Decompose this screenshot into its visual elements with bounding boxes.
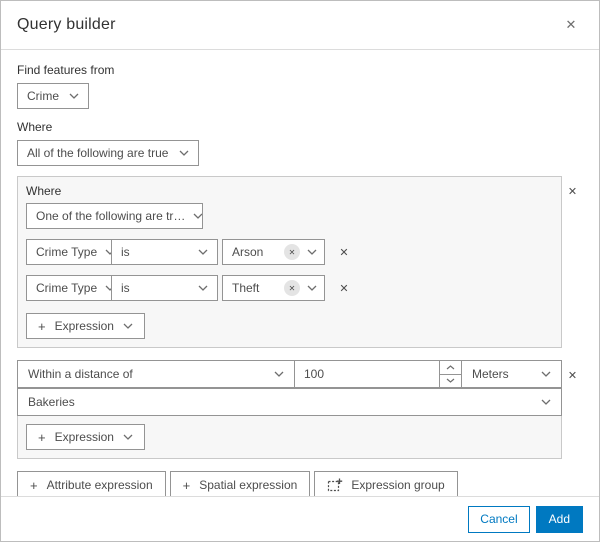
target-layer-select[interactable]: Bakeries bbox=[17, 388, 562, 416]
find-features-label: Find features from bbox=[17, 63, 115, 77]
value-combobox[interactable]: Arson ✕ bbox=[222, 239, 325, 265]
group-match-mode-select[interactable]: One of the following are tr… bbox=[26, 203, 203, 229]
remove-expression-icon[interactable]: ✕ bbox=[334, 242, 354, 262]
chevron-down-icon bbox=[541, 371, 551, 377]
chevron-down-icon bbox=[541, 399, 551, 405]
chevron-down-icon bbox=[198, 285, 208, 291]
chevron-down-icon bbox=[123, 323, 133, 329]
clear-value-icon[interactable]: ✕ bbox=[284, 280, 300, 296]
stepper-down-icon[interactable] bbox=[440, 373, 461, 388]
dialog-footer: Cancel Add bbox=[1, 496, 599, 541]
add-buttons-row: + Attribute expression + Spatial express… bbox=[17, 471, 583, 496]
field-select-value: Crime Type bbox=[36, 281, 98, 295]
expression-group-icon bbox=[327, 477, 343, 493]
add-attribute-expression-label: Attribute expression bbox=[46, 478, 153, 492]
query-builder-dialog: Query builder ✕ Find features from Crime… bbox=[0, 0, 600, 542]
dialog-header: Query builder ✕ bbox=[1, 1, 599, 50]
add-expression-button[interactable]: + Expression bbox=[26, 313, 145, 339]
spatial-operator-value: Within a distance of bbox=[28, 367, 133, 381]
value-combobox-value: Theft bbox=[232, 281, 260, 295]
spatial-expression-top-row: Within a distance of 100 Meters bbox=[17, 360, 562, 388]
plus-icon: + bbox=[38, 429, 46, 445]
target-layer-value: Bakeries bbox=[28, 395, 75, 409]
chevron-down-icon bbox=[69, 93, 79, 99]
add-expression-button[interactable]: + Expression bbox=[26, 424, 145, 450]
add-spatial-expression-label: Spatial expression bbox=[199, 478, 298, 492]
distance-input[interactable] bbox=[295, 361, 439, 387]
operator-select[interactable]: is bbox=[111, 239, 218, 265]
dialog-title: Query builder bbox=[17, 16, 116, 33]
expression-row: Crime Type is Arson ✕ ✕ bbox=[26, 239, 553, 265]
operator-select-value: is bbox=[121, 281, 130, 295]
distance-input-wrap bbox=[294, 360, 462, 388]
group-where-label: Where bbox=[26, 184, 62, 198]
add-attribute-expression-button[interactable]: + Attribute expression bbox=[17, 471, 166, 496]
value-combobox-value: Arson bbox=[232, 245, 264, 259]
attribute-expression-group: Where One of the following are tr… Crime… bbox=[17, 176, 562, 348]
spatial-expression-group: Within a distance of 100 Meters Bakeries… bbox=[17, 360, 562, 459]
stepper-up-icon[interactable] bbox=[440, 361, 461, 374]
dialog-body: Find features from Crime Where All of th… bbox=[1, 50, 599, 496]
plus-icon: + bbox=[38, 318, 46, 334]
match-mode-select[interactable]: All of the following are true bbox=[17, 140, 199, 166]
match-mode-value: All of the following are true bbox=[27, 146, 169, 160]
expression-row: Crime Type is Theft ✕ ✕ bbox=[26, 275, 553, 301]
close-icon[interactable]: ✕ bbox=[559, 13, 583, 37]
plus-icon: + bbox=[182, 477, 191, 493]
field-select-value: Crime Type bbox=[36, 245, 98, 259]
expression-group-row: Within a distance of 100 Meters Bakeries… bbox=[17, 360, 583, 459]
units-select[interactable]: Meters bbox=[461, 360, 562, 388]
field-select[interactable]: Crime Type bbox=[26, 239, 112, 265]
remove-group-icon[interactable]: ✕ bbox=[563, 365, 583, 385]
add-expression-label: Expression bbox=[54, 319, 114, 333]
add-spatial-expression-button[interactable]: + Spatial expression bbox=[169, 471, 311, 496]
operator-select-value: is bbox=[121, 245, 130, 259]
cancel-button[interactable]: Cancel bbox=[468, 505, 530, 533]
distance-stepper bbox=[439, 361, 461, 387]
units-select-value: Meters bbox=[472, 367, 509, 381]
add-expression-label: Expression bbox=[54, 430, 114, 444]
spatial-operator-select[interactable]: Within a distance of bbox=[17, 360, 295, 388]
operator-select[interactable]: is bbox=[111, 275, 218, 301]
expression-group-row: Where One of the following are tr… Crime… bbox=[17, 176, 583, 348]
chevron-down-icon bbox=[307, 285, 317, 291]
add-button[interactable]: Add bbox=[535, 505, 583, 533]
remove-expression-icon[interactable]: ✕ bbox=[334, 278, 354, 298]
field-select[interactable]: Crime Type bbox=[26, 275, 112, 301]
chevron-down-icon bbox=[179, 150, 189, 156]
chevron-down-icon bbox=[193, 213, 202, 219]
plus-icon: + bbox=[30, 477, 38, 493]
layer-select-value: Crime bbox=[27, 89, 59, 103]
spatial-expression-layer-row: Bakeries bbox=[17, 388, 562, 416]
where-label: Where bbox=[17, 120, 53, 134]
chevron-down-icon bbox=[307, 249, 317, 255]
chevron-down-icon bbox=[123, 434, 133, 440]
remove-group-icon[interactable]: ✕ bbox=[563, 181, 583, 201]
clear-value-icon[interactable]: ✕ bbox=[284, 244, 300, 260]
chevron-down-icon bbox=[274, 371, 284, 377]
chevron-down-icon bbox=[198, 249, 208, 255]
value-combobox[interactable]: Theft ✕ bbox=[222, 275, 325, 301]
layer-select[interactable]: Crime bbox=[17, 83, 89, 109]
add-expression-group-button[interactable]: Expression group bbox=[314, 471, 458, 496]
group-match-mode-value: One of the following are tr… bbox=[36, 209, 186, 223]
expression-group-label: Expression group bbox=[351, 478, 445, 492]
